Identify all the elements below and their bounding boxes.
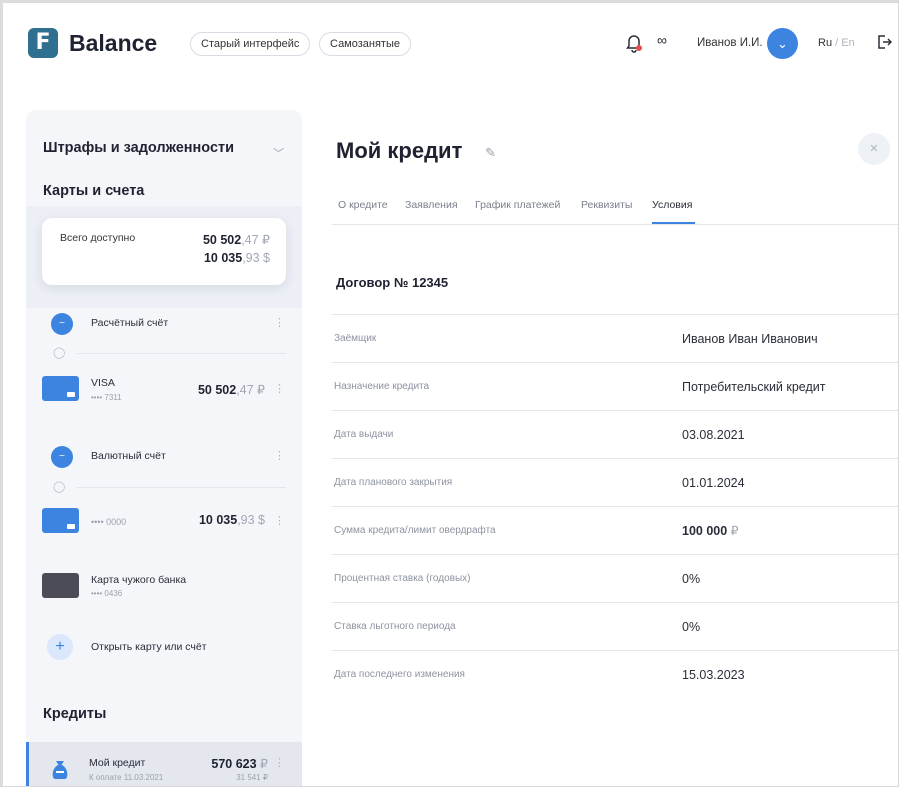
info-value: 01.01.2024 [682, 476, 745, 490]
info-label: Дата планового закрытия [334, 477, 453, 488]
lang-ru[interactable]: Ru [818, 37, 832, 49]
more-icon[interactable]: ⋮ [274, 449, 285, 462]
credit-due-amount: 31 541 ₽ [236, 773, 268, 782]
currency-account-label[interactable]: Валютный счёт [91, 450, 166, 462]
info-value: 100 000 ₽ [682, 524, 739, 538]
account-icon: − [51, 446, 73, 468]
info-label: Дата последнего изменения [334, 669, 465, 680]
notification-dot [636, 45, 642, 51]
credit-item-selected[interactable]: Мой кредит К оплате 11.03.2021 570 623 ₽… [26, 742, 302, 786]
usd-card-icon [42, 508, 79, 533]
info-value: 15.03.2023 [682, 668, 745, 682]
app-window: F Balance Старый интерфейс Самозанятые ∞… [0, 0, 899, 787]
money-bag-icon [52, 761, 68, 779]
bank-card-icon [42, 573, 79, 598]
close-icon[interactable]: ✕ [858, 133, 890, 165]
info-row: Сумма кредита/лимит овердрафта 100 000 ₽ [332, 507, 898, 555]
user-name[interactable]: Иванов И.И. [697, 37, 763, 49]
credit-due-date: К оплате 11.03.2021 [89, 773, 164, 782]
info-value: Иванов Иван Иванович [682, 332, 818, 346]
info-label: Назначение кредита [334, 381, 430, 392]
tab-about[interactable]: О кредите [338, 199, 388, 211]
contract-number: Договор № 12345 [336, 275, 449, 290]
settlement-account-label[interactable]: Расчётный счёт [91, 317, 168, 329]
total-label: Всего доступно [60, 232, 136, 244]
open-card-link[interactable]: Открыть карту или счёт [91, 641, 207, 653]
edit-pencil-icon[interactable]: ✎ [485, 145, 496, 161]
chain-link-icon: ◯ [53, 347, 66, 359]
more-icon[interactable]: ⋮ [274, 316, 285, 329]
logo-text[interactable]: Balance [69, 30, 157, 57]
info-row: Процентная ставка (годовых) 0% [332, 555, 898, 603]
info-label: Процентная ставка (годовых) [334, 573, 471, 584]
tab-conditions[interactable]: Условия [652, 199, 692, 211]
account-icon: − [51, 313, 73, 335]
info-row: Дата последнего изменения 15.03.2023 [332, 651, 898, 699]
usd-card-number[interactable]: •••• 0000 [91, 517, 126, 527]
logo-icon[interactable]: F [28, 28, 58, 58]
chain-link-icon: ◯ [53, 481, 66, 493]
sidebar: Штрафы и задолженности ﹀ Карты и счета В… [26, 110, 302, 786]
total-available-card: Всего доступно 50 502,47 ₽ 10 035,93 $ [42, 218, 286, 285]
page-title: Мой кредит [336, 138, 463, 163]
other-bank-card-label[interactable]: Карта чужого банка [91, 574, 186, 586]
divider [76, 353, 286, 354]
user-menu-chevron-icon[interactable]: ⌄ [767, 28, 798, 59]
language-switch[interactable]: Ru / En [818, 37, 855, 49]
divider [76, 487, 286, 488]
lang-separator: / [832, 37, 842, 49]
visa-card-label[interactable]: VISA [91, 377, 115, 389]
info-row: Ставка льготного периода 0% [332, 603, 898, 651]
info-label: Сумма кредита/лимит овердрафта [334, 525, 496, 536]
info-value: Потребительский кредит [682, 380, 826, 394]
credit-amount: 570 623 ₽ [211, 757, 268, 771]
usd-card-amount: 10 035,93 $ [198, 513, 265, 527]
more-icon[interactable]: ⋮ [274, 514, 285, 527]
info-value: 0% [682, 572, 701, 586]
selfemployed-button[interactable]: Самозанятые [319, 32, 411, 56]
fines-section-title[interactable]: Штрафы и задолженности [43, 140, 234, 156]
info-row: Заёмщик Иванов Иван Иванович [332, 315, 898, 363]
chevron-down-icon[interactable]: ﹀ [273, 145, 284, 161]
plus-icon[interactable]: + [47, 634, 73, 660]
tabs-divider [332, 224, 898, 225]
credits-section-title: Кредиты [43, 706, 107, 722]
logout-icon[interactable] [876, 34, 892, 50]
info-label: Ставка льготного периода [334, 621, 456, 632]
cards-section-title: Карты и счета [43, 183, 145, 199]
other-bank-card-number: •••• 0436 [91, 589, 123, 598]
info-value: 03.08.2021 [682, 428, 745, 442]
tab-payment-schedule[interactable]: График платежей [475, 199, 560, 211]
info-label: Заёмщик [334, 333, 377, 344]
link-icon[interactable]: ∞ [657, 32, 667, 48]
info-row: Назначение кредита Потребительский креди… [332, 363, 898, 411]
tab-applications[interactable]: Заявления [405, 199, 458, 211]
info-label: Дата выдачи [334, 429, 394, 440]
visa-card-number: •••• 7311 [91, 393, 122, 402]
info-row: Дата планового закрытия 01.01.2024 [332, 459, 898, 507]
credit-label[interactable]: Мой кредит [89, 757, 145, 769]
visa-card-amount: 50 502,47 ₽ [197, 383, 265, 397]
total-usd-amount: 10 035,93 $ [203, 251, 270, 265]
more-icon[interactable]: ⋮ [274, 382, 285, 395]
lang-en[interactable]: En [841, 37, 854, 49]
visa-card-icon [42, 376, 79, 401]
info-value: 0% [682, 620, 701, 634]
info-row: Дата выдачи 03.08.2021 [332, 411, 898, 459]
old-interface-button[interactable]: Старый интерфейс [190, 32, 311, 56]
tab-requisites[interactable]: Реквизиты [581, 199, 632, 211]
more-icon[interactable]: ⋮ [274, 756, 285, 769]
total-rub-amount: 50 502,47 ₽ [202, 233, 270, 247]
